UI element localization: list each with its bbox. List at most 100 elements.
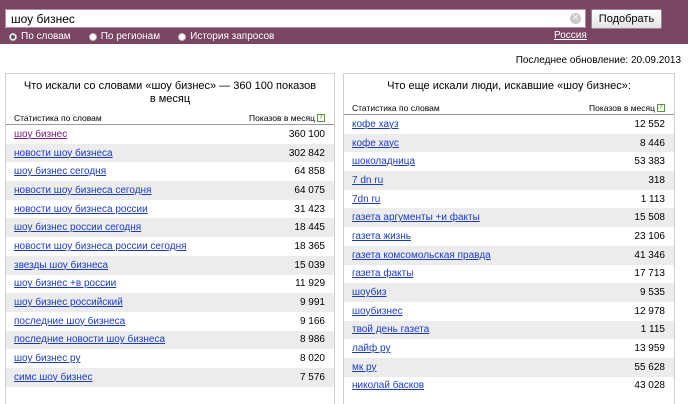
- table-row: звезды шоу бизнеса 15 039: [6, 255, 334, 275]
- col-shows-label: Показов в месяц: [249, 113, 315, 123]
- search-input[interactable]: [5, 9, 586, 28]
- shows-count: 55 628: [634, 361, 665, 373]
- table-row: николай басков 43 028: [344, 377, 674, 396]
- phrase-link[interactable]: последние шоу бизнеса: [14, 316, 125, 327]
- shows-count: 43 028: [634, 380, 665, 392]
- mode-by-regions[interactable]: По регионам: [88, 31, 161, 42]
- shows-count: 31 423: [294, 203, 325, 215]
- phrase-link[interactable]: шоу бизнес: [14, 129, 67, 140]
- table-row: кофе хауз 12 552: [344, 115, 674, 134]
- table-row: новости шоу бизнеса сегодня 64 075: [6, 181, 334, 200]
- shows-count: 64 075: [294, 184, 325, 196]
- left-panel: Что искали со словами «шоу бизнес» — 360…: [5, 73, 335, 404]
- phrase-link[interactable]: шоу бизнес ру: [14, 353, 80, 364]
- right-panel: Что еще искали люди, искавшие «шоу бизне…: [343, 73, 675, 404]
- phrase-link[interactable]: новости шоу бизнеса сегодня: [14, 185, 151, 196]
- region-link[interactable]: Россия: [554, 30, 587, 41]
- shows-count: 64 858: [294, 166, 325, 178]
- table-row: новости шоу бизнеса россии 31 423: [6, 200, 334, 219]
- shows-count: 360 100: [288, 128, 325, 140]
- radio-icon[interactable]: [178, 32, 187, 41]
- table-row: шоколадница 53 383: [344, 152, 674, 171]
- table-row: последние шоу бизнеса 9 166: [6, 312, 334, 331]
- shows-count: 41 346: [634, 249, 665, 261]
- table-row: газета комсомольская правда 41 346: [344, 245, 674, 265]
- phrase-link[interactable]: симс шоу бизнес: [14, 372, 92, 383]
- shows-count: 17 713: [634, 268, 665, 280]
- shows-count: 9 535: [639, 287, 665, 299]
- shows-count: 15 039: [294, 259, 325, 271]
- radio-icon[interactable]: [9, 32, 17, 41]
- shows-count: 1 115: [640, 324, 665, 336]
- phrase-link[interactable]: новости шоу бизнеса: [14, 148, 113, 159]
- table-row: шоу бизнес ру 8 020: [6, 349, 334, 368]
- search-mode-group: По словам По регионам История запросов: [9, 30, 292, 43]
- shows-count: 8 986: [299, 334, 325, 346]
- table-row: шоубиз 9 535: [344, 283, 674, 302]
- phrase-link[interactable]: звезды шоу бизнеса: [14, 260, 108, 271]
- phrase-link[interactable]: шоубиз: [352, 287, 386, 298]
- shows-count: 7 576: [299, 371, 325, 383]
- phrase-link[interactable]: шоу бизнес сегодня: [14, 166, 106, 177]
- shows-count: 15 508: [634, 212, 665, 224]
- phrase-link[interactable]: последние новости шоу бизнеса: [14, 334, 165, 345]
- table-row: мк ру 55 628: [344, 357, 674, 377]
- table-row: газета факты 17 713: [344, 265, 674, 284]
- phrase-link[interactable]: николай басков: [352, 380, 424, 391]
- phrase-link[interactable]: 7dn ru: [352, 194, 380, 205]
- help-icon[interactable]: ?: [317, 114, 325, 122]
- phrase-link[interactable]: кофе хаус: [352, 138, 399, 149]
- phrase-link[interactable]: газета аргументы +и факты: [352, 212, 480, 223]
- phrase-link[interactable]: новости шоу бизнеса россии сегодня: [14, 241, 187, 252]
- table-row: последние новости шоу бизнеса 8 986: [6, 330, 334, 350]
- mode-history[interactable]: История запросов: [178, 31, 274, 42]
- left-panel-title: Что искали со словами «шоу бизнес» — 360…: [23, 80, 317, 105]
- phrase-link[interactable]: шоколадница: [352, 156, 415, 167]
- shows-count: 18 445: [294, 222, 325, 234]
- phrase-link[interactable]: шоу бизнес российский: [14, 297, 123, 308]
- left-rows: шоу бизнес 360 100 новости шоу бизнеса 302 …: [6, 125, 334, 387]
- phrase-link[interactable]: газета факты: [352, 268, 413, 279]
- table-row: шоу бизнес россии сегодня 18 445: [6, 218, 334, 238]
- table-row: шоу бизнес российский 9 991: [6, 293, 334, 312]
- right-rows: кофе хауз 12 552 кофе хаус 8 446 шоколадница…: [344, 115, 674, 395]
- last-updated: Последнее обновление: 20.09.2013: [515, 55, 681, 66]
- table-row: 7 dn ru 318: [344, 171, 674, 190]
- clear-icon[interactable]: ×: [570, 13, 581, 24]
- shows-count: 9 991: [299, 297, 325, 309]
- col-shows-label: Показов в месяц: [589, 103, 655, 113]
- col-stats-label: Статистика по словам: [14, 113, 102, 123]
- phrase-link[interactable]: твой день газета: [352, 324, 429, 335]
- mode-by-words[interactable]: По словам: [9, 31, 71, 42]
- phrase-link[interactable]: мк ру: [352, 362, 376, 373]
- phrase-link[interactable]: газета комсомольская правда: [352, 250, 491, 261]
- search-header: × Подобрать По словам По регионам Истори…: [0, 0, 688, 44]
- shows-count: 1 113: [640, 193, 665, 205]
- shows-count: 9 166: [299, 315, 325, 327]
- phrase-link[interactable]: новости шоу бизнеса россии: [14, 204, 148, 215]
- mode-label: По регионам: [100, 31, 161, 42]
- phrase-link[interactable]: шоу бизнес +в россии: [14, 278, 116, 289]
- right-panel-title: Что еще искали люди, искавшие «шоу бизне…: [387, 80, 631, 92]
- shows-count: 13 959: [634, 343, 665, 355]
- shows-count: 53 383: [634, 156, 665, 168]
- phrase-link[interactable]: шоубизнес: [352, 306, 403, 317]
- phrase-link[interactable]: лайф ру: [352, 343, 390, 354]
- phrase-link[interactable]: 7 dn ru: [352, 175, 383, 186]
- table-row: новости шоу бизнеса россии сегодня 18 365: [6, 237, 334, 256]
- right-column-header: Статистика по словам Показов в месяц ?: [344, 102, 674, 115]
- radio-icon[interactable]: [88, 32, 97, 41]
- phrase-link[interactable]: кофе хауз: [352, 119, 399, 130]
- submit-button[interactable]: Подобрать: [591, 9, 662, 29]
- phrase-link[interactable]: газета жизнь: [352, 231, 411, 242]
- shows-count: 18 365: [294, 240, 325, 252]
- shows-count: 8 020: [299, 353, 325, 365]
- left-column-header: Статистика по словам Показов в месяц ?: [6, 112, 334, 125]
- shows-count: 318: [648, 174, 665, 186]
- mode-label: История запросов: [190, 31, 275, 42]
- shows-count: 12 552: [634, 118, 665, 130]
- help-icon[interactable]: ?: [657, 104, 665, 112]
- table-row: кофе хаус 8 446: [344, 133, 674, 153]
- table-row: 7dn ru 1 113: [344, 190, 674, 209]
- phrase-link[interactable]: шоу бизнес россии сегодня: [14, 222, 141, 233]
